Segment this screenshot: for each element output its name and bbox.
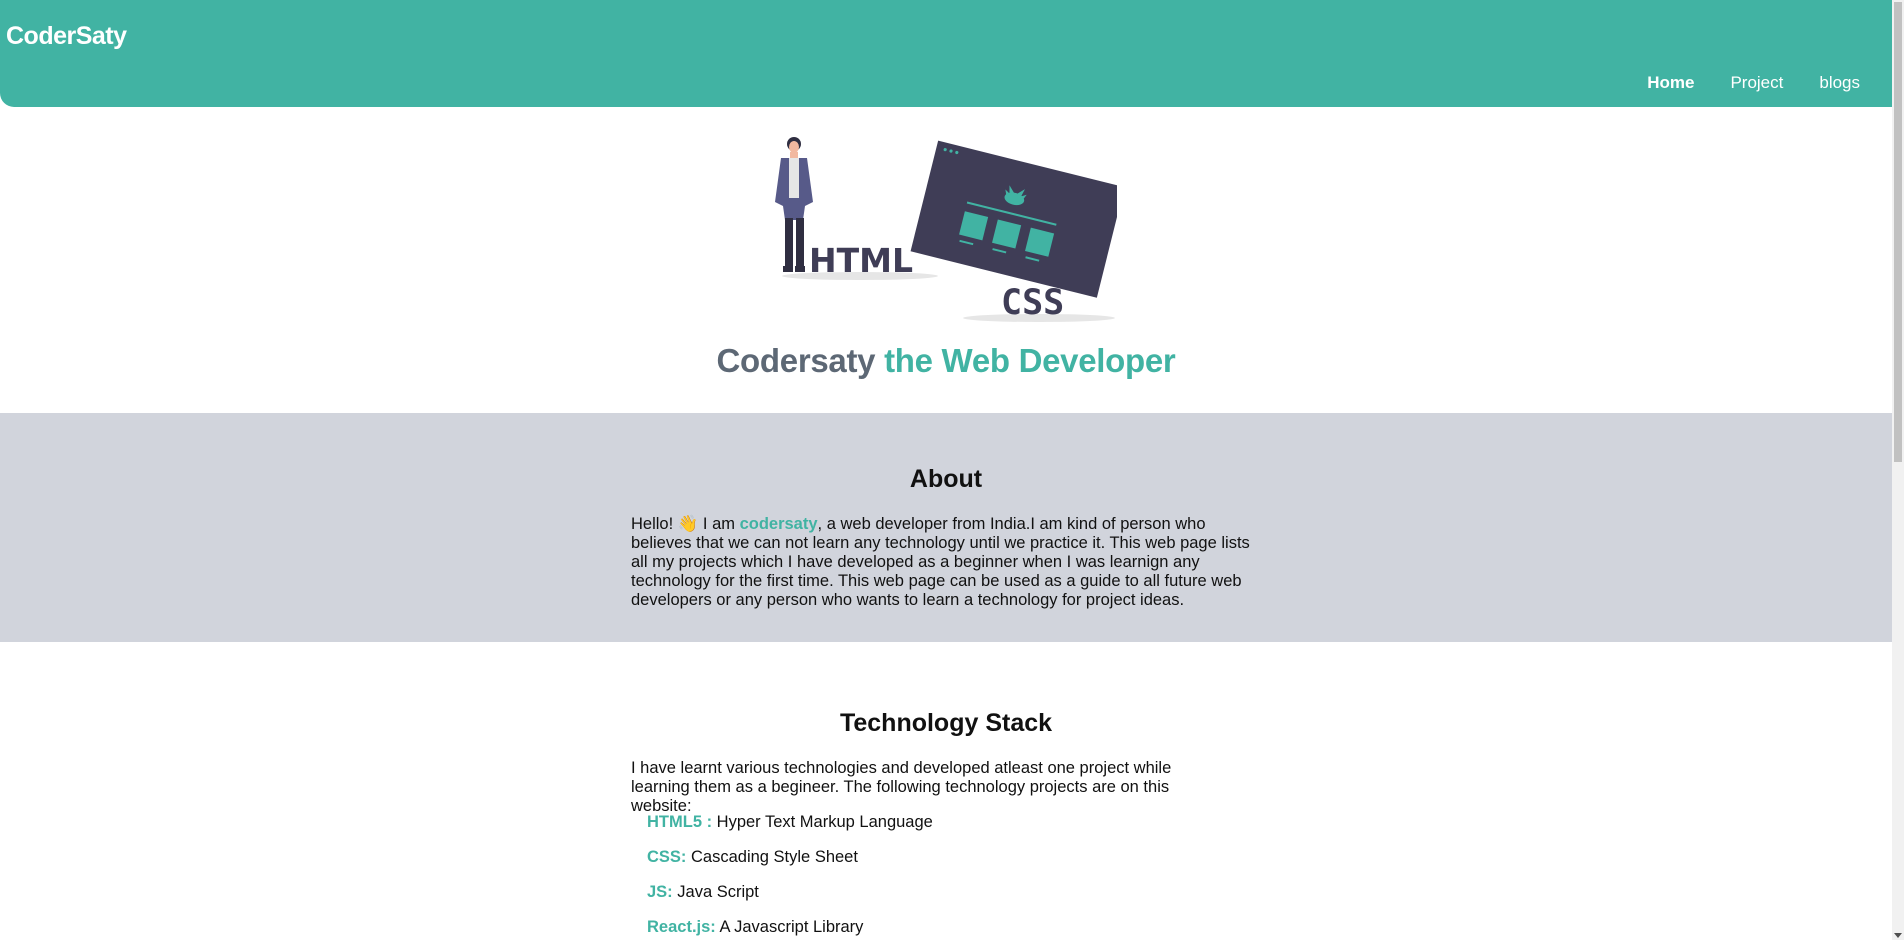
list-item: React.js: A Javascript Library — [647, 917, 933, 940]
html-block-text: HTML — [809, 241, 913, 280]
list-item: HTML5 : Hyper Text Markup Language — [647, 812, 933, 847]
css-block-text: CSS — [1001, 283, 1064, 323]
hero-title-name: Codersaty — [716, 342, 876, 379]
nav-home-link[interactable]: Home — [1647, 73, 1694, 93]
scrollbar-thumb[interactable] — [1894, 2, 1902, 462]
tech-item-desc: Cascading Style Sheet — [686, 848, 858, 866]
nav-blogs-link[interactable]: blogs — [1819, 73, 1860, 93]
browser-window-icon — [910, 140, 1117, 298]
page-scrollbar[interactable] — [1892, 0, 1904, 940]
page: CoderSaty Home Project blogs HTML CSS Co… — [0, 0, 1892, 940]
brand-logo[interactable]: CoderSaty — [6, 22, 127, 51]
hero-illustration: HTML CSS — [775, 137, 1117, 323]
about-name-highlight: codersaty — [739, 515, 818, 533]
about-text-start: Hello! 👋 I am — [631, 515, 740, 533]
about-section: About Hello! 👋 I am codersaty, a web dev… — [0, 413, 1892, 642]
tech-item-name: JS: — [647, 883, 673, 901]
tech-stack-heading: Technology Stack — [839, 709, 1053, 737]
tech-item-desc: A Javascript Library — [715, 918, 864, 936]
tech-item-name: CSS: — [647, 848, 687, 866]
tech-item-desc: Hyper Text Markup Language — [712, 813, 933, 831]
nav-project-link[interactable]: Project — [1730, 73, 1783, 93]
about-heading: About — [909, 465, 983, 493]
tech-stack-list: HTML5 : Hyper Text Markup Language CSS: … — [647, 812, 933, 940]
tech-item-desc: Java Script — [672, 883, 759, 901]
main-nav: Home Project blogs — [1647, 73, 1860, 93]
top-navbar: CoderSaty Home Project blogs — [0, 0, 1892, 107]
list-item: JS: Java Script — [647, 882, 933, 917]
scroll-down-arrow-icon[interactable] — [1894, 933, 1902, 938]
tech-stack-intro: I have learnt various technologies and d… — [631, 759, 1172, 815]
list-item: CSS: Cascading Style Sheet — [647, 847, 933, 882]
hero-title: Codersaty the Web Developer — [0, 342, 1892, 380]
person-figure — [775, 137, 813, 272]
tech-item-name: React.js: — [647, 918, 716, 936]
tech-item-name: HTML5 : — [647, 813, 713, 831]
hero-title-role: the Web Developer — [884, 342, 1176, 379]
about-paragraph: Hello! 👋 I am codersaty, a web developer… — [631, 515, 1256, 610]
